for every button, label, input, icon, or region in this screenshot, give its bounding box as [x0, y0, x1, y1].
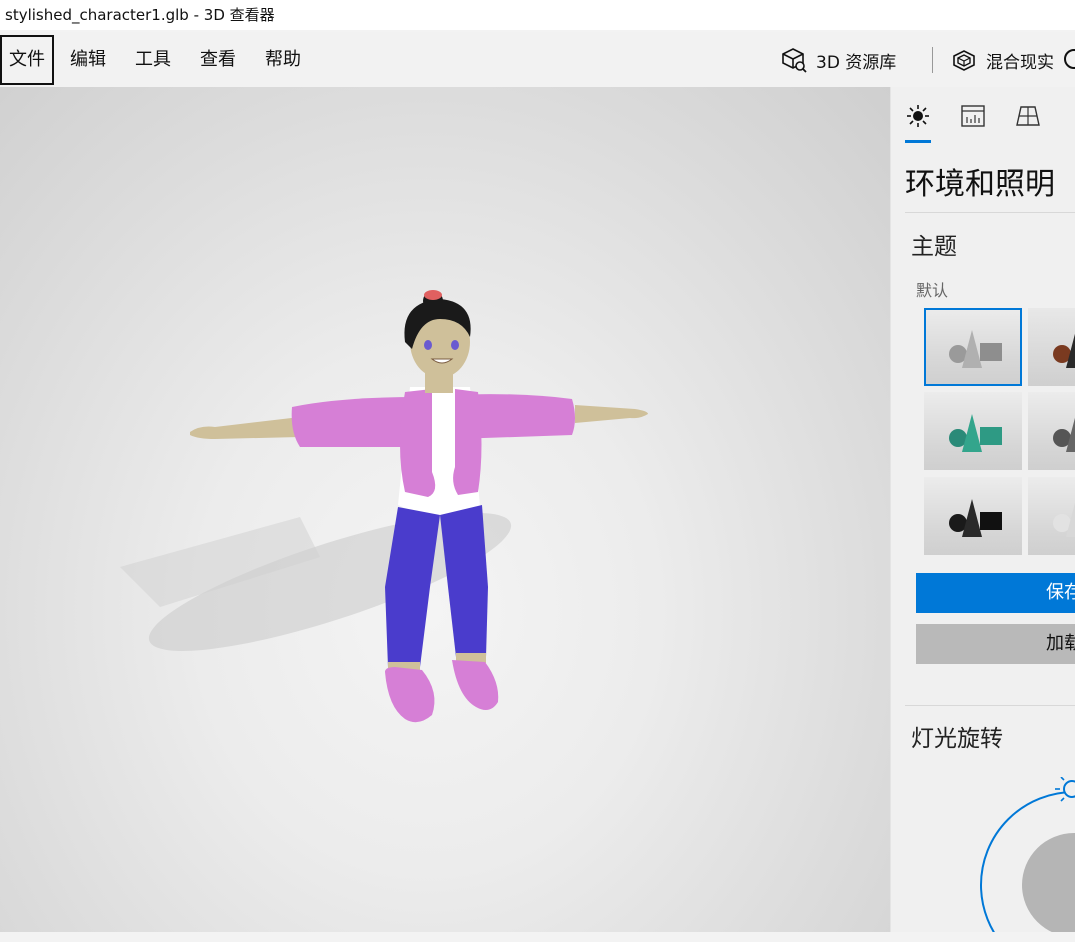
more-options-icon[interactable]	[1064, 49, 1075, 69]
menu-file[interactable]: 文件	[0, 35, 54, 85]
shapes-icon	[949, 499, 1002, 537]
right-shoe	[452, 660, 499, 711]
right-hand	[575, 405, 648, 423]
shapes-icon	[1053, 333, 1075, 368]
jacket-right	[453, 389, 482, 495]
left-hand	[190, 417, 300, 439]
character-scene	[120, 290, 648, 723]
light-sun-handle-icon	[1055, 777, 1075, 802]
light-rotation-dial[interactable]	[979, 777, 1075, 932]
right-leg	[440, 505, 488, 657]
divider	[905, 212, 1075, 213]
menu-help[interactable]: 帮助	[257, 35, 309, 85]
theme-thumbnail-default-gray[interactable]	[924, 308, 1022, 386]
left-eye	[424, 340, 432, 350]
theme-thumbnail-black[interactable]	[924, 477, 1022, 555]
divider	[905, 705, 1075, 706]
cube-search-icon	[782, 48, 807, 73]
menu-tools[interactable]: 工具	[127, 35, 179, 85]
shapes-icon	[1053, 417, 1075, 452]
left-shoe	[385, 667, 435, 723]
light-rotation-heading: 灯光旋转	[911, 726, 1003, 752]
shapes-icon	[949, 414, 1002, 452]
mixed-reality-icon	[953, 50, 975, 71]
panel-title: 环境和照明	[905, 167, 1055, 202]
environment-panel: 环境和照明 主题 默认 保 加 灯光旋转	[890, 87, 1075, 932]
mixed-reality-button[interactable]: 混合现实	[950, 35, 1054, 85]
3d-library-label: 3D 资源库	[816, 52, 897, 73]
stats-icon	[961, 105, 985, 127]
load-theme-button[interactable]: 加载	[916, 624, 1075, 664]
sun-icon	[907, 105, 929, 127]
title-bar: stylished_character1.glb - 3D 查看器	[0, 0, 1075, 30]
theme-thumbnail-warm-dark[interactable]	[1028, 308, 1075, 386]
menu-bar: 文件 编辑 工具 查看 帮助 3D 资源库 混合现实	[0, 32, 1075, 87]
menu-edit[interactable]: 编辑	[62, 35, 114, 85]
jacket-left	[400, 389, 436, 497]
theme-thumbnail-teal[interactable]	[924, 392, 1022, 470]
3d-library-button[interactable]: 3D 资源库	[780, 35, 896, 85]
3d-viewport[interactable]	[0, 87, 890, 932]
mixed-reality-label: 混合现实	[986, 52, 1054, 73]
tab-grid[interactable]	[1013, 101, 1043, 131]
status-strip	[0, 932, 1075, 942]
tab-environment[interactable]	[903, 101, 933, 131]
grid-icon	[1016, 106, 1040, 126]
theme-thumbnail-white-partial[interactable]	[1028, 477, 1075, 555]
theme-default-label: 默认	[916, 281, 949, 300]
theme-heading: 主题	[911, 234, 957, 260]
active-tab-indicator	[905, 140, 931, 143]
theme-thumbnail-gray-partial[interactable]	[1028, 392, 1075, 470]
tab-stats[interactable]	[958, 101, 988, 131]
right-eye	[451, 340, 459, 350]
menu-divider	[932, 47, 933, 73]
shapes-icon	[949, 330, 1002, 368]
hair-tie	[424, 290, 442, 300]
shapes-icon	[1053, 502, 1075, 537]
menu-view[interactable]: 查看	[192, 35, 244, 85]
save-theme-button[interactable]: 保存	[916, 573, 1075, 613]
window-title: stylished_character1.glb - 3D 查看器	[5, 6, 275, 24]
